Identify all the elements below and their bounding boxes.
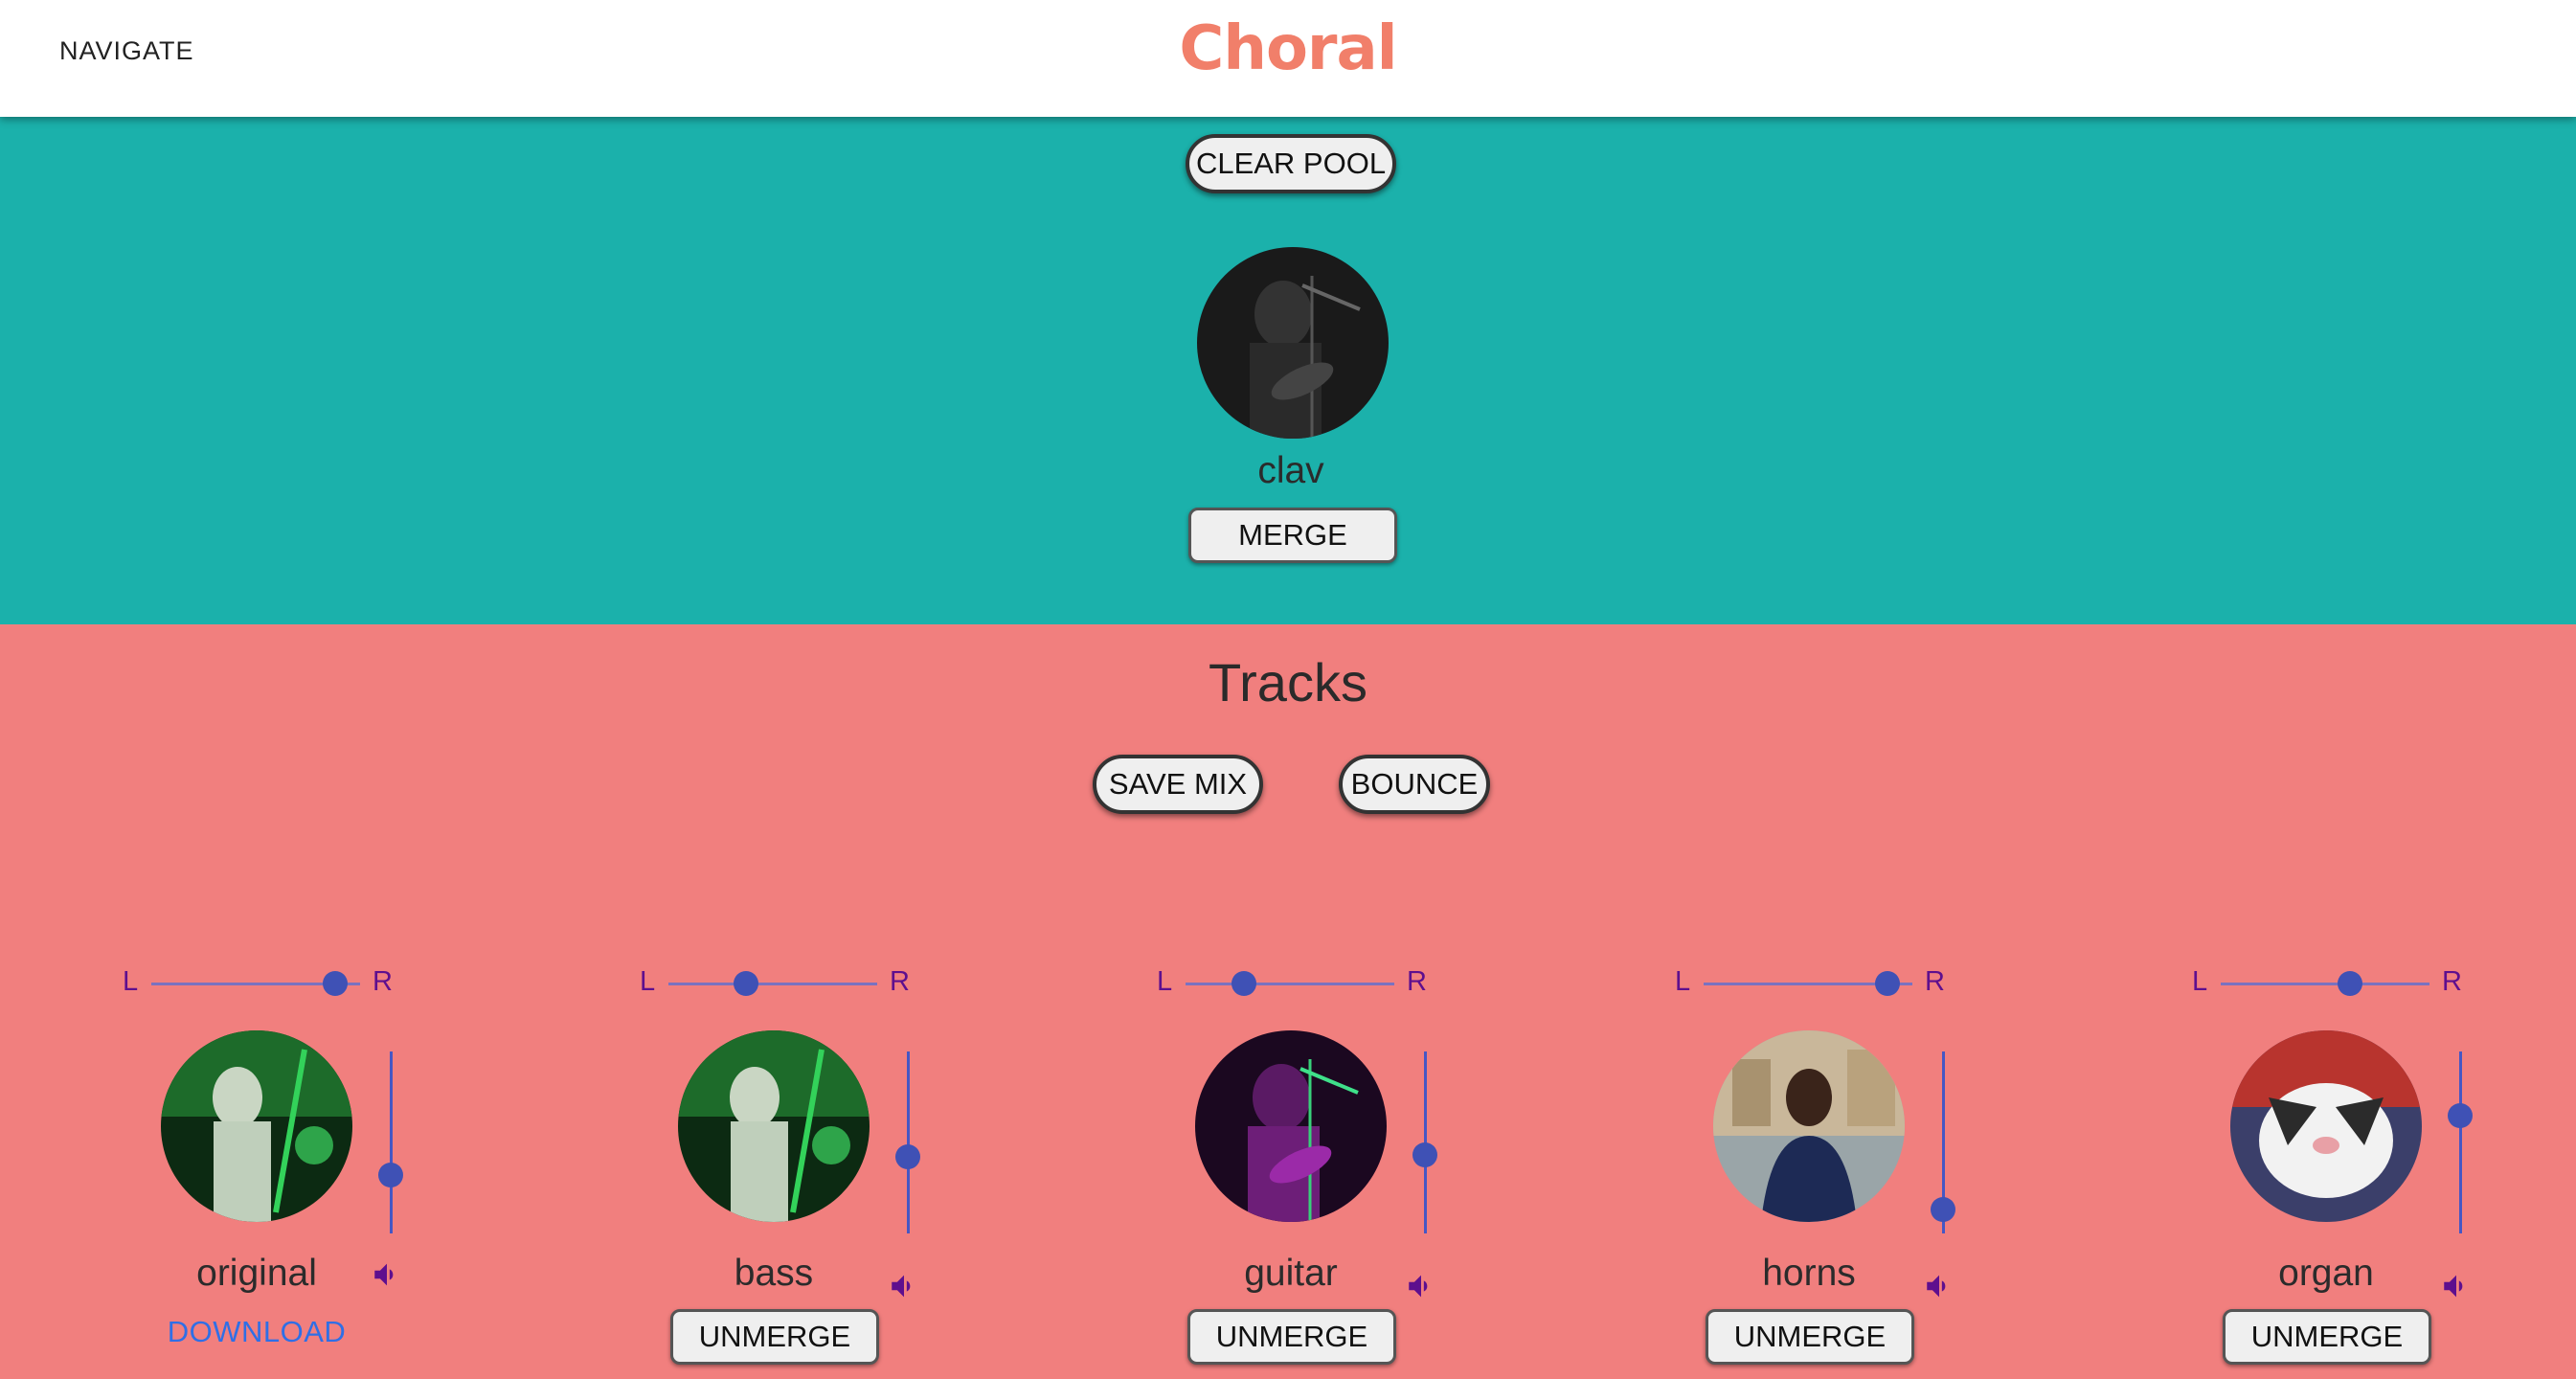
pan-right-label: R (890, 966, 910, 997)
pan-left-label: L (1675, 966, 1691, 997)
pan-slider-handle[interactable] (734, 971, 758, 996)
volume-slider-track[interactable] (2459, 1051, 2462, 1233)
pan-left-label: L (2192, 966, 2208, 997)
pan-slider-handle[interactable] (1232, 971, 1256, 996)
track-avatar-guitar[interactable] (1195, 1030, 1387, 1222)
speaker-icon[interactable] (888, 1270, 920, 1302)
merge-button[interactable]: MERGE (1188, 508, 1397, 563)
pan-left-label: L (1157, 966, 1173, 997)
track-name: horns (1762, 1253, 1856, 1294)
speaker-icon[interactable] (2440, 1270, 2473, 1302)
track-name: bass (734, 1253, 814, 1294)
pan-left-label: L (123, 966, 139, 997)
speaker-icon[interactable] (1405, 1270, 1437, 1302)
track-avatar-bass[interactable] (678, 1030, 870, 1222)
pan-right-label: R (1925, 966, 1945, 997)
track-name: guitar (1244, 1253, 1338, 1294)
volume-slider-track[interactable] (390, 1051, 393, 1233)
pan-slider-track[interactable] (2221, 983, 2429, 985)
track-name: original (196, 1253, 317, 1294)
unmerge-button[interactable]: UNMERGE (1187, 1309, 1396, 1365)
unmerge-button[interactable]: UNMERGE (670, 1309, 879, 1365)
track-avatar-organ[interactable] (2230, 1030, 2422, 1222)
pan-slider-handle[interactable] (323, 971, 348, 996)
pan-slider-handle[interactable] (1875, 971, 1900, 996)
bounce-button[interactable]: BOUNCE (1339, 755, 1490, 814)
speaker-icon[interactable] (371, 1258, 403, 1291)
volume-slider-handle[interactable] (1931, 1197, 1955, 1222)
pan-slider-track[interactable] (1186, 983, 1394, 985)
pan-right-label: R (373, 966, 393, 997)
track-avatar-original[interactable] (161, 1030, 352, 1222)
top-bar: NAVIGATE Choral (0, 0, 2576, 117)
pan-right-label: R (1407, 966, 1427, 997)
pool-track-name: clav (1257, 450, 1324, 491)
volume-slider-handle[interactable] (895, 1144, 920, 1169)
volume-slider-handle[interactable] (2448, 1103, 2473, 1128)
pool-track-avatar-clav[interactable] (1197, 247, 1389, 439)
track-avatar-horns[interactable] (1713, 1030, 1905, 1222)
brand-logo[interactable]: Choral (1179, 13, 1397, 84)
save-mix-button[interactable]: SAVE MIX (1093, 755, 1263, 814)
unmerge-button[interactable]: UNMERGE (2223, 1309, 2431, 1365)
clear-pool-button[interactable]: CLEAR POOL (1186, 134, 1396, 193)
tracks-title: Tracks (1209, 652, 1367, 712)
track-name: organ (2278, 1253, 2374, 1294)
volume-slider-handle[interactable] (378, 1163, 403, 1187)
volume-slider-track[interactable] (907, 1051, 910, 1233)
pan-slider-handle[interactable] (2338, 971, 2362, 996)
pool-section: CLEAR POOL clav MERGE (0, 117, 2576, 624)
unmerge-button[interactable]: UNMERGE (1706, 1309, 1914, 1365)
speaker-icon[interactable] (1923, 1270, 1955, 1302)
pan-left-label: L (640, 966, 656, 997)
navigate-button[interactable]: NAVIGATE (59, 36, 194, 66)
download-link[interactable]: DOWNLOAD (113, 1315, 400, 1349)
volume-slider-handle[interactable] (1412, 1142, 1437, 1167)
pan-right-label: R (2442, 966, 2462, 997)
pan-slider-track[interactable] (668, 983, 877, 985)
